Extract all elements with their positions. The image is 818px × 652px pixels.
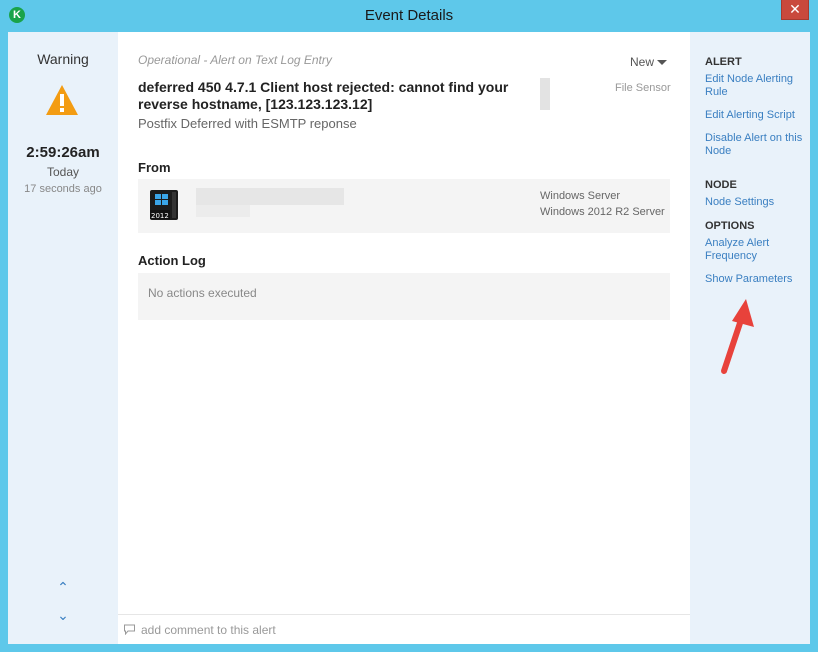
node-section-heading: NODE <box>705 179 737 191</box>
comment-bar <box>118 614 690 644</box>
disable-alert-link[interactable]: Disable Alert on this Node <box>705 132 805 158</box>
event-summary-pane: Warning 2:59:26am Today 17 seconds ago ⌃… <box>8 32 118 644</box>
edit-alerting-script-link[interactable]: Edit Alerting Script <box>705 109 805 122</box>
alert-section-heading: ALERT <box>705 56 742 68</box>
from-heading: From <box>138 160 171 175</box>
comment-icon <box>124 624 135 635</box>
event-message: deferred 450 4.7.1 Client host rejected:… <box>138 79 509 112</box>
severity-label: Warning <box>37 51 89 67</box>
redacted-node-address <box>196 205 250 217</box>
event-type: Operational - Alert on Text Log Entry <box>138 53 332 67</box>
redacted-node-name <box>196 188 344 205</box>
event-subtitle: Postfix Deferred with ESMTP reponse <box>138 116 357 131</box>
close-button[interactable]: ✕ <box>781 0 809 20</box>
show-parameters-link[interactable]: Show Parameters <box>705 273 805 286</box>
actions-sidebar: ALERT Edit Node Alerting Rule Edit Alert… <box>690 32 810 644</box>
comment-input[interactable] <box>141 620 661 640</box>
node-os-type: Windows Server <box>540 190 621 202</box>
status-dropdown[interactable]: New <box>630 55 668 69</box>
windows-server-icon: 2012 <box>150 190 178 220</box>
action-log-panel: No actions executed <box>138 273 670 320</box>
annotation-arrow-icon <box>721 299 754 374</box>
os-version-badge: 2012 <box>151 212 169 220</box>
previous-event-button[interactable]: ⌃ <box>53 579 73 596</box>
warning-icon <box>46 85 78 115</box>
event-main-pane: Operational - Alert on Text Log Entry Ne… <box>118 32 690 644</box>
chevron-down-icon <box>657 60 668 66</box>
sensor-name: File Sensor <box>615 82 671 94</box>
dialog-body: Warning 2:59:26am Today 17 seconds ago ⌃… <box>8 32 810 644</box>
action-log-empty-text: No actions executed <box>148 286 257 300</box>
edit-node-alerting-rule-link[interactable]: Edit Node Alerting Rule <box>705 73 805 99</box>
node-settings-link[interactable]: Node Settings <box>705 196 805 209</box>
event-time: 2:59:26am <box>26 144 100 161</box>
redacted-region <box>540 78 550 110</box>
next-event-button[interactable]: ⌄ <box>53 607 73 624</box>
source-node-card[interactable]: 2012 Windows Server Windows 2012 R2 Serv… <box>138 179 670 233</box>
status-value: New <box>630 55 655 69</box>
window-title: Event Details <box>364 7 454 24</box>
title-bar[interactable]: K Event Details ✕ <box>0 0 818 32</box>
options-section-heading: OPTIONS <box>705 220 755 232</box>
event-day: Today <box>46 165 80 179</box>
action-log-heading: Action Log <box>138 253 206 268</box>
event-relative-time: 17 seconds ago <box>24 183 102 195</box>
analyze-alert-frequency-link[interactable]: Analyze Alert Frequency <box>705 237 805 263</box>
node-os-version: Windows 2012 R2 Server <box>540 206 665 218</box>
